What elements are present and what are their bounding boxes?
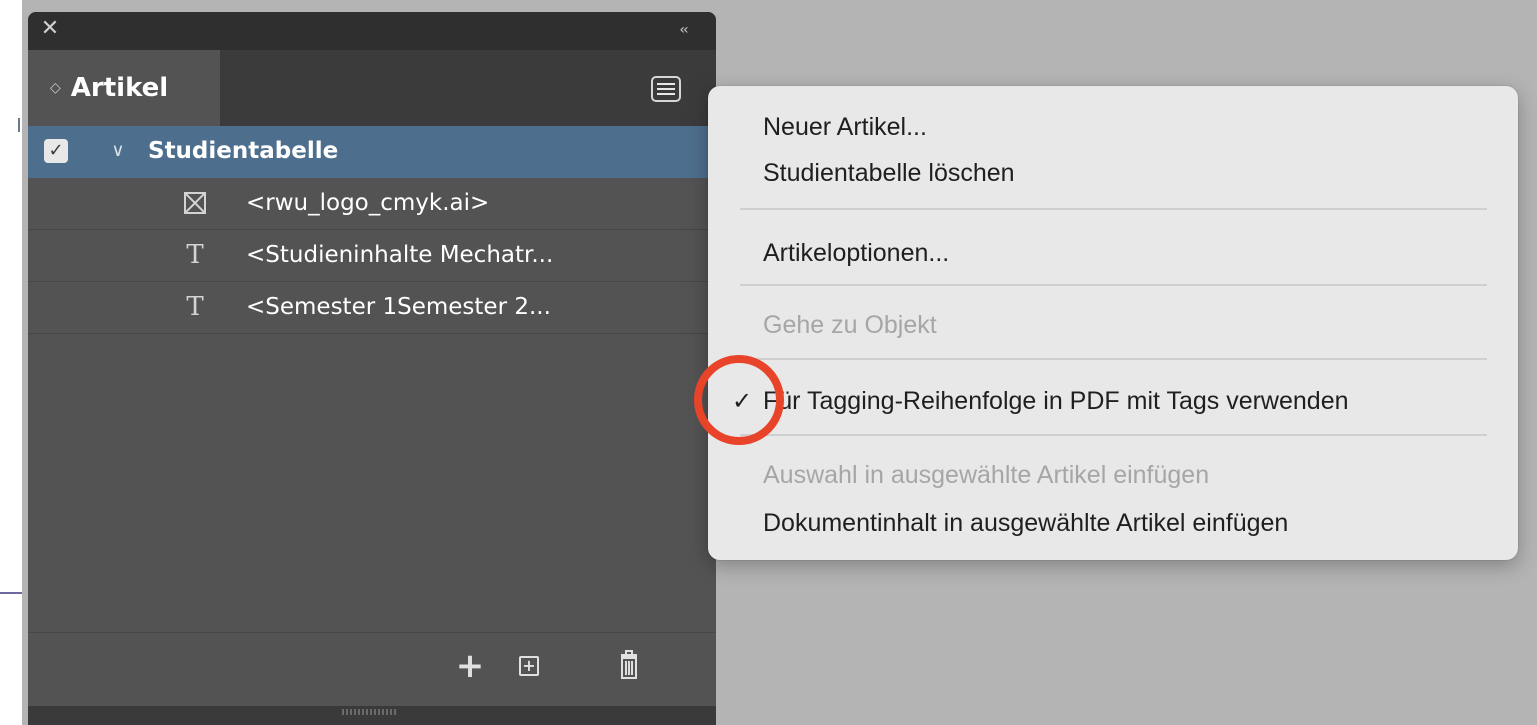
hamburger-icon	[657, 83, 675, 85]
new-article-button[interactable]: +	[452, 648, 488, 684]
menu-item-auswahl-einfuegen: Auswahl in ausgewählte Artikel einfügen	[763, 461, 1210, 489]
highlight-annotation-circle	[694, 355, 784, 445]
hamburger-icon	[657, 88, 675, 90]
panel-menu-button[interactable]	[651, 76, 681, 102]
panel-resize-bar[interactable]	[28, 706, 716, 725]
article-item-row[interactable]: T <Studieninhalte Mechatr...	[28, 230, 716, 282]
article-item-row[interactable]: T <Semester 1Semester 2...	[28, 282, 716, 334]
menu-item-dokumentinhalt-einfuegen[interactable]: Dokumentinhalt in ausgewählte Artikel ei…	[763, 506, 1288, 540]
collapse-panel-button[interactable]: ‹‹	[672, 20, 694, 40]
graphic-frame-icon	[184, 192, 206, 214]
trash-icon	[621, 650, 637, 679]
text-frame-icon: T	[186, 292, 204, 322]
menu-separator	[740, 208, 1487, 210]
article-row-studientabelle[interactable]: ✓ ∨ Studientabelle	[28, 126, 716, 178]
article-item-row[interactable]: <rwu_logo_cmyk.ai>	[28, 178, 716, 230]
menu-item-tagging-reihenfolge[interactable]: Für Tagging-Reihenfolge in PDF mit Tags …	[763, 384, 1349, 418]
text-frame-icon: T	[186, 240, 204, 270]
tab-artikel[interactable]: ◇ Artikel	[28, 50, 220, 126]
menu-item-neuer-artikel[interactable]: Neuer Artikel...	[763, 110, 927, 144]
resize-grip-icon[interactable]	[342, 709, 396, 715]
panel-tab-bar: ◇ Artikel	[28, 50, 716, 126]
article-item-label: <Semester 1Semester 2...	[246, 294, 551, 320]
menu-item-artikeloptionen[interactable]: Artikeloptionen...	[763, 236, 949, 270]
menu-separator	[740, 358, 1487, 360]
panel-context-menu: Neuer Artikel... Studientabelle löschen …	[708, 86, 1518, 560]
document-canvas-edge	[0, 0, 22, 725]
menu-item-gehe-zu-objekt: Gehe zu Objekt	[763, 311, 937, 339]
tab-label: Artikel	[70, 73, 169, 103]
panel-footer-divider	[28, 632, 716, 633]
article-title: Studientabelle	[148, 138, 339, 164]
chevron-down-icon[interactable]: ∨	[108, 136, 128, 166]
articles-panel: ✕ ‹‹ ◇ Artikel ✓ ∨ Studientabelle <rwu_l…	[28, 12, 716, 725]
delete-article-button[interactable]	[611, 648, 647, 684]
article-item-label: <Studieninhalte Mechatr...	[246, 242, 554, 268]
add-to-article-button[interactable]: +	[510, 648, 546, 684]
canvas-guide-line	[0, 592, 22, 594]
panel-title-bar: ✕ ‹‹	[28, 12, 716, 50]
canvas-guide-mark	[18, 118, 20, 132]
menu-separator	[740, 434, 1487, 436]
tab-arrows-icon: ◇	[50, 80, 61, 96]
article-export-checkbox[interactable]: ✓	[44, 139, 68, 163]
add-frame-icon: +	[519, 656, 539, 676]
hamburger-icon	[657, 93, 675, 95]
close-panel-button[interactable]: ✕	[38, 16, 62, 42]
menu-item-studientabelle-loeschen[interactable]: Studientabelle löschen	[763, 156, 1015, 190]
article-item-label: <rwu_logo_cmyk.ai>	[246, 190, 490, 216]
menu-separator	[740, 284, 1487, 286]
